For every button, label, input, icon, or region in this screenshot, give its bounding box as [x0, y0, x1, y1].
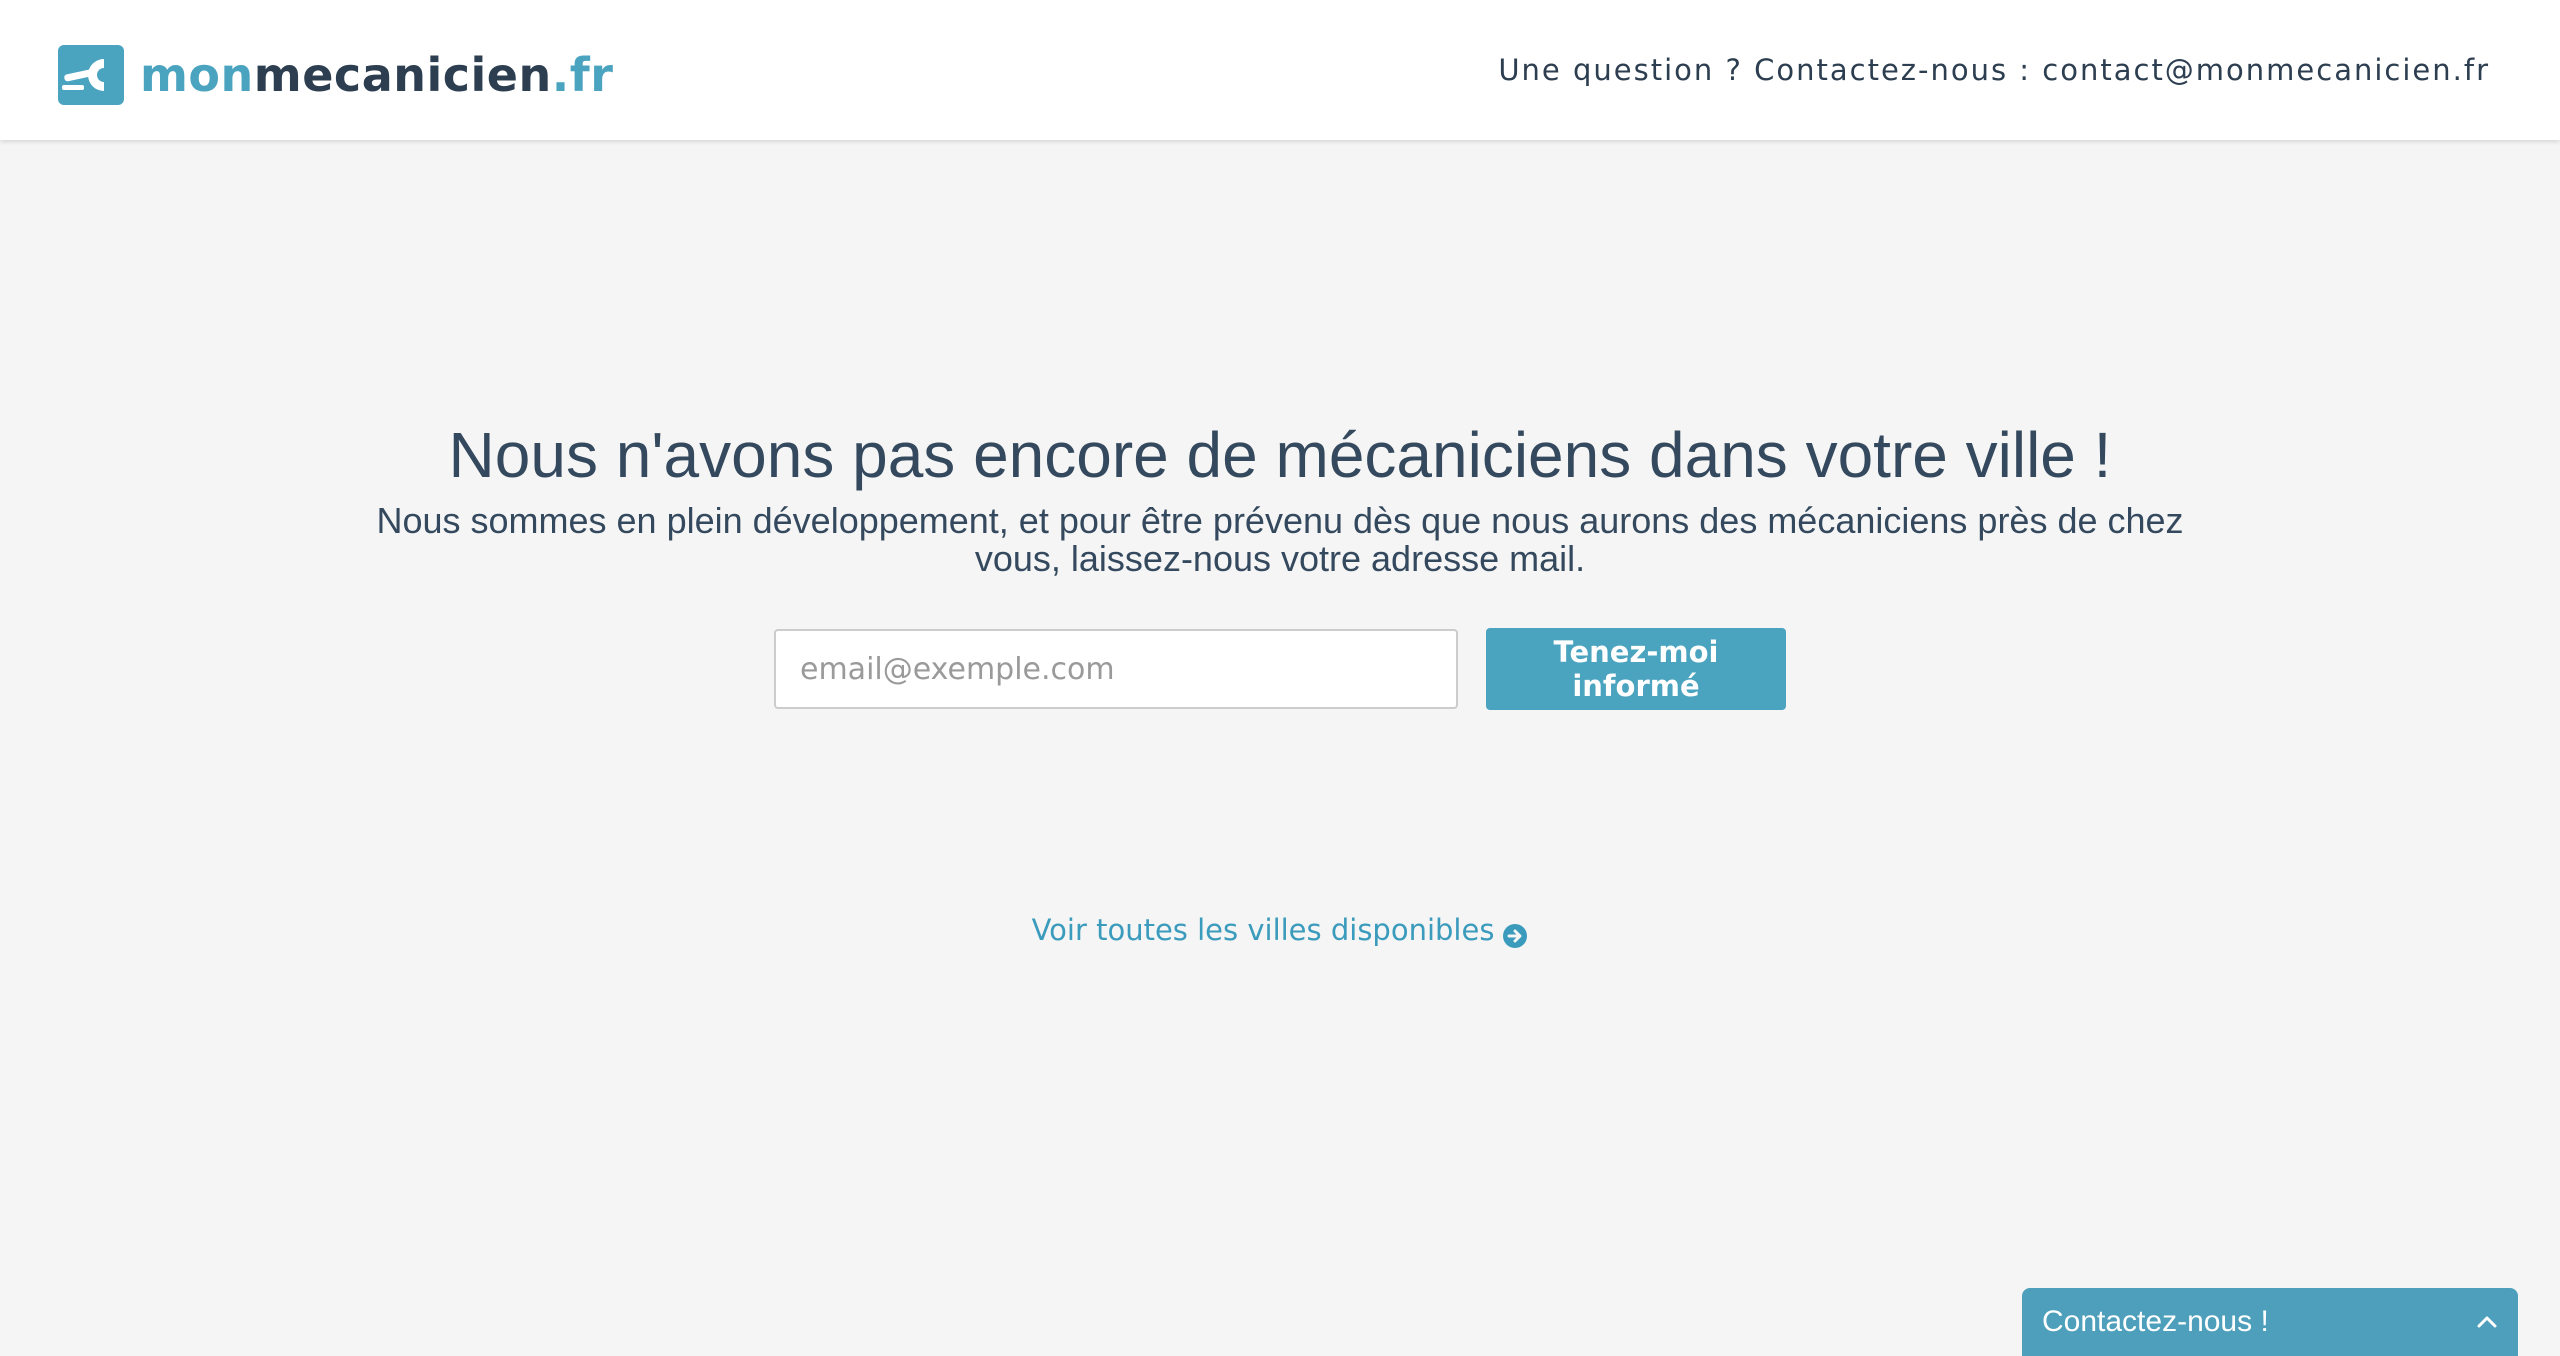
all-cities-link-label: Voir toutes les villes disponibles: [1031, 913, 1495, 947]
site-header: monmecanicien.fr Une question ? Contacte…: [0, 0, 2560, 140]
contact-chat-widget[interactable]: Contactez-nous !: [2022, 1288, 2518, 1356]
chat-widget-label: Contactez-nous !: [2042, 1305, 2269, 1338]
wrench-car-icon: [58, 45, 124, 105]
page-title: Nous n'avons pas encore de mécaniciens d…: [448, 419, 2112, 491]
logo-part-mon: mon: [140, 48, 254, 102]
email-input[interactable]: [774, 629, 1458, 709]
arrow-circle-right-icon: [1502, 917, 1528, 948]
logo-wordmark: monmecanicien.fr: [140, 44, 613, 106]
notify-form: Tenez-moi informé: [774, 628, 1786, 710]
logo-part-fr: .fr: [551, 48, 614, 102]
header-contact-text: Une question ? Contactez-nous : contact@…: [1498, 53, 2490, 87]
main-content: Nous n'avons pas encore de mécaniciens d…: [0, 140, 2560, 1356]
all-cities-link[interactable]: Voir toutes les villes disponibles: [1032, 908, 1529, 952]
chevron-up-icon[interactable]: [2474, 1309, 2500, 1335]
cities-link-row: Voir toutes les villes disponibles: [0, 908, 2560, 952]
site-logo[interactable]: monmecanicien.fr: [58, 44, 613, 106]
page-subtitle: Nous sommes en plein développement, et p…: [376, 500, 2184, 579]
notify-button[interactable]: Tenez-moi informé: [1486, 628, 1786, 710]
logo-part-mecanicien: mecanicien: [253, 48, 552, 102]
